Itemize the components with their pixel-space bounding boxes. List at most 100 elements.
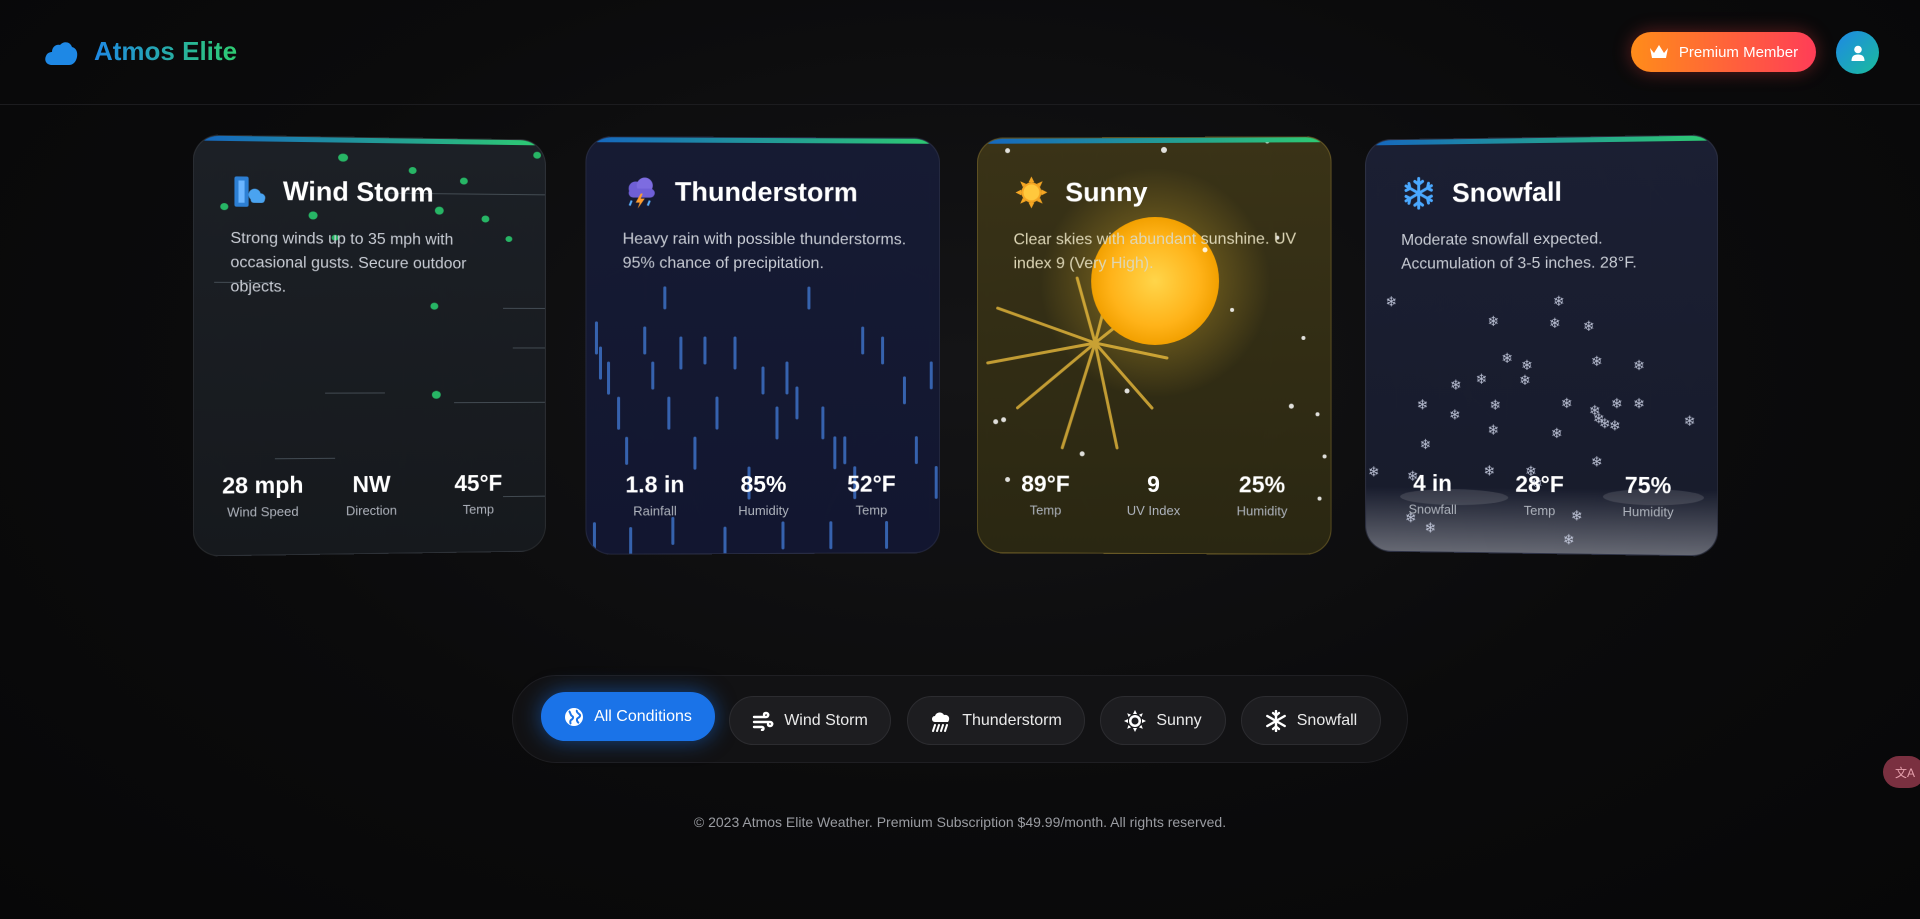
svg-text:❄: ❄ [1417,397,1428,413]
svg-text:❄: ❄ [1561,396,1573,412]
premium-member-button[interactable]: Premium Member [1631,32,1816,72]
filter-all-conditions[interactable]: All Conditions [541,692,715,741]
stat-label: Snowfall [1408,501,1457,517]
card-header: Sunny [1014,174,1148,210]
sun-icon [1124,709,1147,732]
stat-value: 25% [1238,471,1286,498]
weather-card-wind-storm[interactable]: Wind Storm Strong winds up to 35 mph wit… [192,134,546,557]
condition-filter-bar: All Conditions Wind Storm Thunderstorm S… [512,675,1408,763]
svg-text:❄: ❄ [1633,358,1645,374]
stat-value: 28 mph [222,471,304,499]
user-avatar[interactable] [1836,31,1879,74]
crown-icon [1649,45,1668,58]
stat-value: 52°F [847,470,896,497]
stat-value: 1.8 in [625,471,685,498]
svg-text:❄: ❄ [1487,423,1499,439]
stat-value: NW [352,470,391,498]
svg-text:❄: ❄ [1449,407,1461,423]
card-description: Strong winds up to 35 mph with occasiona… [230,229,467,296]
sun-icon [1014,174,1050,210]
svg-text:❄: ❄ [1450,378,1462,394]
filter-snowfall[interactable]: Snowfall [1241,696,1381,745]
svg-text:❄: ❄ [1386,294,1397,310]
stat-direction: NW Direction [317,471,425,532]
filter-label: Thunderstorm [962,711,1062,729]
brand-logo[interactable]: Atmos Elite [44,36,237,67]
snowflake-icon [1401,175,1436,211]
svg-text:❄: ❄ [1501,351,1513,367]
card-title: Snowfall [1452,176,1562,208]
svg-text:❄: ❄ [1420,437,1431,453]
svg-text:❄: ❄ [1583,319,1595,335]
wind-icon [753,711,774,731]
svg-text:❄: ❄ [1549,316,1561,332]
stat-value: 85% [740,470,787,498]
svg-text:❄: ❄ [1611,396,1623,412]
svg-text:❄: ❄ [1633,396,1645,412]
stat-temp: 45°F Temp [425,470,531,531]
stat-uv-index: 9 UV Index [1099,471,1207,531]
stat-value: 9 [1147,470,1160,498]
weather-card-sunny[interactable]: Sunny Clear skies with abundant sunshine… [976,136,1332,555]
stat-label: Wind Speed [227,503,299,520]
snowflake-icon [1265,709,1286,732]
svg-text:❄: ❄ [1591,454,1603,470]
card-description: Moderate snowfall expected. Accumulation… [1401,230,1637,273]
globe-icon [565,707,584,726]
card-title: Sunny [1065,176,1148,207]
thunderstorm-icon [623,173,659,209]
stat-value: 75% [1624,471,1672,499]
filter-label: Sunny [1156,711,1202,729]
svg-text:❄: ❄ [1551,426,1563,442]
card-stats: 4 in Snowfall 28°F Temp 75% Humidity [1380,470,1703,534]
translate-label: 文A [1895,765,1916,780]
svg-text:❄: ❄ [1553,294,1565,310]
filter-label: All Conditions [594,707,692,725]
translate-button[interactable]: 文A [1883,756,1920,788]
stat-wind-speed: 28 mph Wind Speed [208,471,317,533]
stat-value: 89°F [1021,470,1070,497]
card-stats: 28 mph Wind Speed NW Direction 45°F Temp [208,470,531,534]
stat-value: 4 in [1413,469,1452,497]
stat-label: Rainfall [633,503,677,519]
filter-thunderstorm[interactable]: Thunderstorm [907,696,1085,745]
card-stats: 1.8 in Rainfall 85% Humidity 52°F Temp [600,471,925,532]
stat-rainfall: 1.8 in Rainfall [600,471,709,532]
weather-card-thunderstorm[interactable]: Thunderstorm Heavy rain with possible th… [585,136,941,555]
svg-text:❄: ❄ [1489,398,1501,414]
stat-humidity: 75% Humidity [1594,471,1703,533]
card-stats: 89°F Temp 9 UV Index 25% Humidity [992,471,1317,532]
card-title: Thunderstorm [674,176,858,207]
cloud-icon [45,41,78,65]
svg-text:❄: ❄ [1519,373,1531,389]
svg-text:❄: ❄ [1368,464,1379,480]
filter-wind-storm[interactable]: Wind Storm [729,696,891,745]
card-header: Snowfall [1401,174,1562,212]
cloud-rain-icon [932,711,950,732]
stat-temp: 89°F Temp [992,471,1100,531]
stat-label: Temp [1029,502,1062,518]
stat-label: UV Index [1126,502,1181,519]
filter-sunny[interactable]: Sunny [1100,696,1226,745]
user-icon [1851,45,1864,61]
stat-temp: 52°F Temp [818,471,926,531]
stat-label: Temp [855,502,888,518]
stat-label: Temp [1523,502,1556,519]
svg-text:❄: ❄ [1563,532,1575,548]
stat-value: 28°F [1515,470,1564,498]
svg-text:❄: ❄ [1684,414,1696,430]
footer-copyright: © 2023 Atmos Elite Weather. Premium Subs… [693,814,1227,830]
svg-text:❄: ❄ [1521,358,1533,374]
filter-label: Wind Storm [784,711,868,729]
stat-label: Humidity [1236,503,1288,519]
svg-text:❄: ❄ [1487,314,1499,330]
stat-humidity: 25% Humidity [1208,471,1317,532]
stat-snowfall: 4 in Snowfall [1380,470,1486,531]
svg-text:❄: ❄ [1476,372,1488,388]
card-description: Heavy rain with possible thunderstorms. … [622,230,907,273]
card-description: Clear skies with abundant sunshine. UV i… [1013,230,1297,273]
premium-label: Premium Member [1678,43,1799,61]
card-title: Wind Storm [282,175,434,208]
stat-label: Temp [462,501,494,517]
weather-card-snowfall[interactable]: ❄ ❄ ❄ ❄ ❄ ❄ ❄ ❄ ❄ ❄ ❄ ❄ ❄ ❄ ❄ ❄ ❄ ❄ ❄ ❄ … [1365,134,1719,557]
